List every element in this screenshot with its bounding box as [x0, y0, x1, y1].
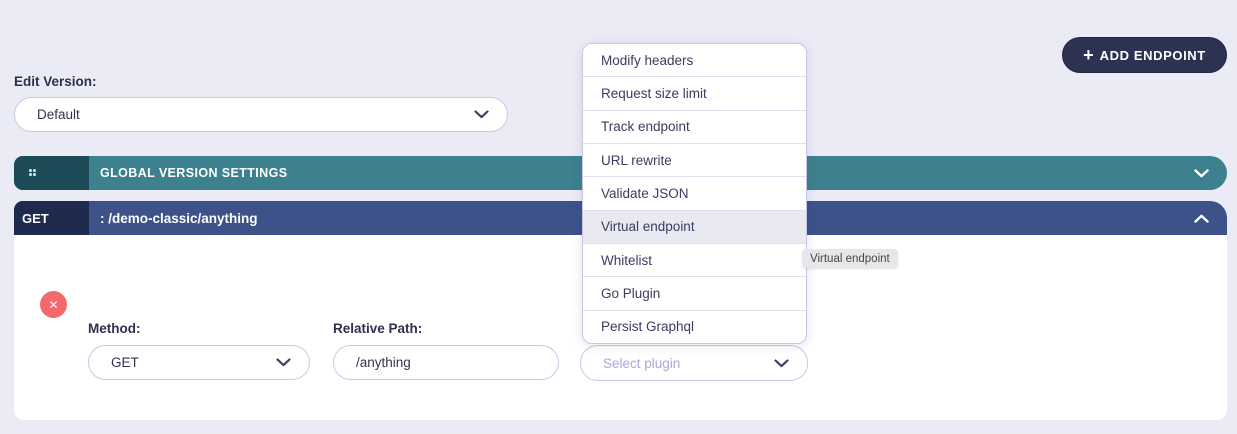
plugin-select[interactable]: Select plugin: [580, 345, 808, 381]
relative-path-field-label: Relative Path:: [333, 321, 422, 336]
menu-item-virtual-endpoint[interactable]: Virtual endpoint: [583, 211, 806, 244]
endpoint-method-section: GET: [14, 201, 89, 235]
global-bar-handle-section: [14, 156, 89, 190]
add-endpoint-button[interactable]: + ADD ENDPOINT: [1062, 37, 1227, 73]
version-select-value: Default: [37, 107, 474, 122]
chevron-down-icon: [474, 110, 489, 119]
chevron-up-icon[interactable]: [1194, 214, 1209, 223]
chevron-down-icon: [276, 358, 291, 367]
close-icon: ✕: [48, 298, 58, 312]
virtual-endpoint-tooltip: Virtual endpoint: [802, 249, 898, 268]
plugin-select-placeholder: Select plugin: [603, 356, 774, 371]
endpoint-method-tag: GET: [22, 211, 49, 226]
menu-item-url-rewrite[interactable]: URL rewrite: [583, 144, 806, 177]
global-bar-title: GLOBAL VERSION SETTINGS: [100, 166, 287, 180]
edit-version-label: Edit Version:: [14, 74, 97, 89]
endpoint-path: : /demo-classic/anything: [100, 211, 258, 226]
menu-item-whitelist[interactable]: Whitelist: [583, 244, 806, 277]
menu-item-validate-json[interactable]: Validate JSON: [583, 177, 806, 210]
drag-handle-icon[interactable]: [29, 169, 37, 177]
method-select[interactable]: GET: [88, 345, 310, 380]
menu-item-request-size-limit[interactable]: Request size limit: [583, 77, 806, 110]
plus-icon: +: [1083, 46, 1094, 64]
remove-endpoint-button[interactable]: ✕: [40, 291, 67, 318]
version-select[interactable]: Default: [14, 97, 508, 132]
menu-item-modify-headers[interactable]: Modify headers: [583, 44, 806, 77]
add-endpoint-label: ADD ENDPOINT: [1100, 48, 1206, 63]
method-field-label: Method:: [88, 321, 140, 336]
menu-item-track-endpoint[interactable]: Track endpoint: [583, 111, 806, 144]
method-select-value: GET: [111, 355, 276, 370]
menu-item-go-plugin[interactable]: Go Plugin: [583, 277, 806, 310]
menu-item-persist-graphql[interactable]: Persist Graphql: [583, 311, 806, 343]
plugin-dropdown-menu: Modify headers Request size limit Track …: [582, 43, 807, 344]
chevron-down-icon: [774, 359, 789, 368]
relative-path-input[interactable]: [333, 345, 559, 380]
chevron-down-icon[interactable]: [1194, 169, 1209, 178]
